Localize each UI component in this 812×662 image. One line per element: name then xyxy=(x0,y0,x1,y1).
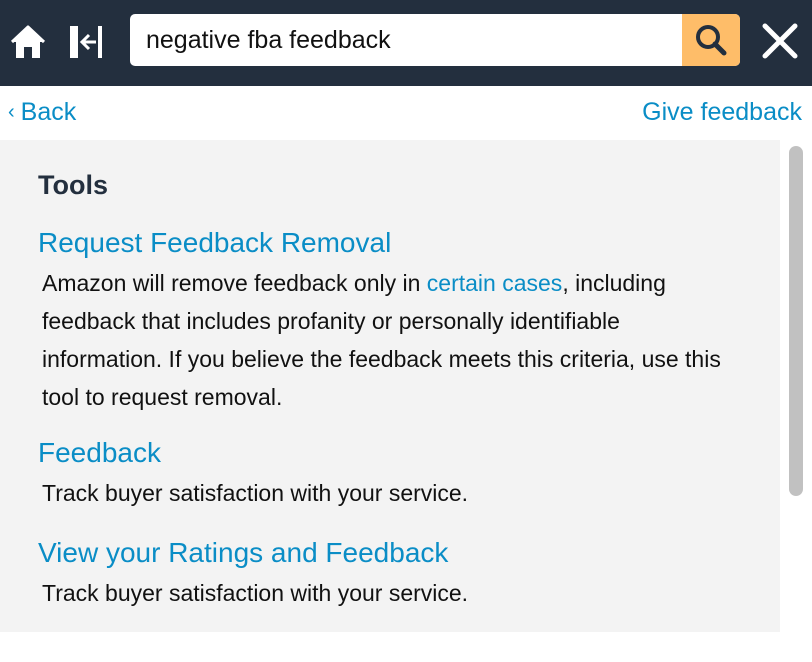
chevron-left-icon: ‹ xyxy=(8,101,15,123)
back-link[interactable]: ‹ Back xyxy=(8,98,76,127)
give-feedback-link[interactable]: Give feedback xyxy=(642,98,802,127)
scrollbar-thumb[interactable] xyxy=(789,146,803,496)
request-feedback-removal-description: Amazon will remove feedback only in cert… xyxy=(42,264,742,416)
collapse-panel-icon[interactable] xyxy=(67,23,109,61)
description-text: Amazon will remove feedback only in xyxy=(42,270,427,296)
tools-panel: Tools Request Feedback Removal Amazon wi… xyxy=(0,140,780,632)
request-feedback-removal-link[interactable]: Request Feedback Removal xyxy=(38,227,391,259)
feedback-description: Track buyer satisfaction with your servi… xyxy=(42,480,469,506)
search-input[interactable] xyxy=(130,14,682,66)
close-icon[interactable] xyxy=(760,21,800,61)
scrollbar[interactable] xyxy=(780,140,812,662)
search-button[interactable] xyxy=(682,14,740,66)
top-bar xyxy=(0,0,812,86)
feedback-link[interactable]: Feedback xyxy=(38,437,161,469)
section-title: Tools xyxy=(38,170,108,200)
view-ratings-description: Track buyer satisfaction with your servi… xyxy=(42,580,469,606)
navigation-row: ‹ Back Give feedback xyxy=(0,86,812,140)
view-ratings-and-feedback-link[interactable]: View your Ratings and Feedback xyxy=(38,537,448,569)
search-box xyxy=(130,14,740,66)
certain-cases-link[interactable]: certain cases xyxy=(427,270,563,296)
home-icon[interactable] xyxy=(9,23,47,61)
back-label: Back xyxy=(20,98,77,126)
